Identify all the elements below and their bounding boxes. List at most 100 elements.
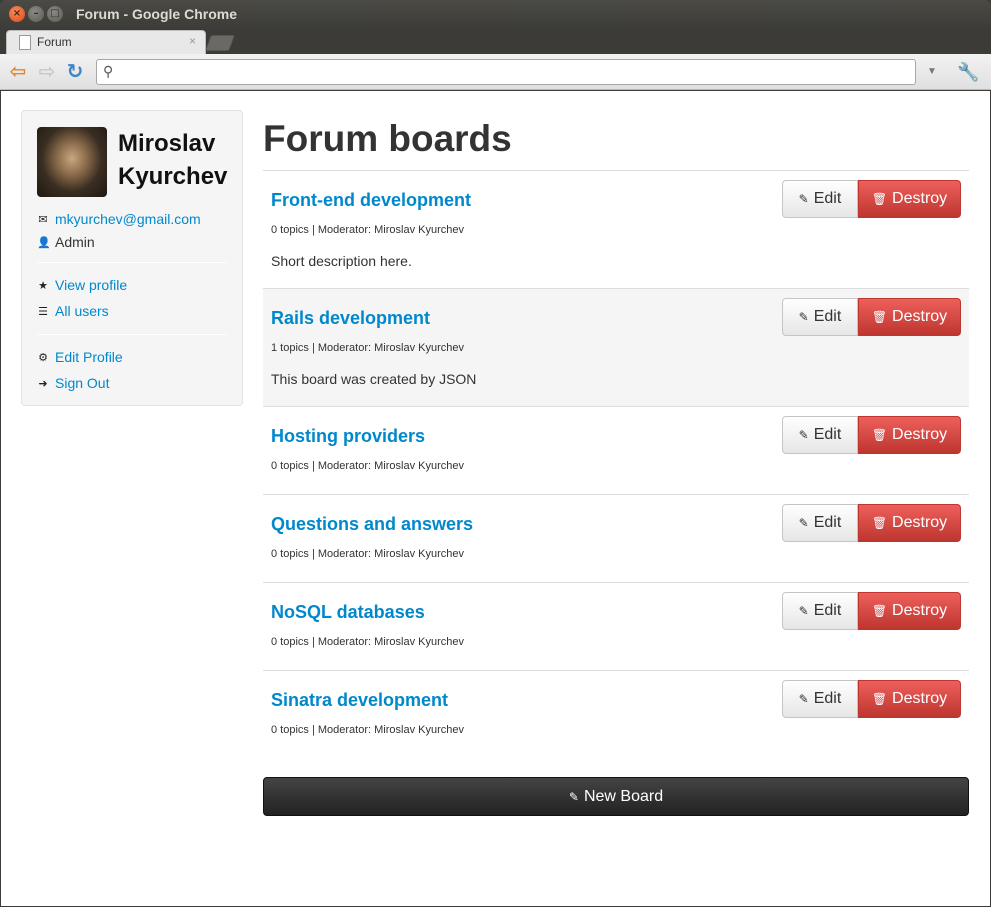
search-icon: ⚲	[103, 64, 114, 80]
page-icon	[19, 35, 31, 50]
destroy-button[interactable]: 🗑 Destroy	[858, 416, 961, 454]
new-tab-button[interactable]	[205, 35, 235, 51]
edit-icon: ✎	[798, 310, 809, 324]
window-minimize-icon[interactable]: –	[28, 6, 44, 22]
board-actions: ✎ Edit 🗑 Destroy	[782, 298, 961, 336]
window-close-icon[interactable]: ×	[9, 6, 25, 22]
divider	[37, 262, 227, 263]
browser-toolbar: ⇦ ⇨ ↻ ⚲ ▼ 🔧	[0, 54, 991, 90]
edit-icon: ✎	[798, 604, 809, 618]
page-viewport: Miroslav Kyurchev ✉ mkyurchev@gmail.com …	[1, 91, 990, 906]
edit-button[interactable]: ✎ Edit	[782, 416, 858, 454]
destroy-label: Destroy	[892, 190, 948, 207]
cog-icon: ⚙	[38, 350, 48, 364]
destroy-label: Destroy	[892, 514, 948, 531]
window-title: Forum - Google Chrome	[76, 6, 237, 22]
trash-icon: 🗑	[871, 310, 888, 324]
user-icon: 👤	[37, 235, 51, 249]
back-arrow-icon[interactable]: ⇦	[7, 60, 29, 82]
destroy-button[interactable]: 🗑 Destroy	[858, 180, 961, 218]
board-title-link[interactable]: Sinatra development	[271, 690, 448, 711]
wrench-icon[interactable]: 🔧	[957, 62, 979, 83]
new-board-label: New Board	[583, 787, 664, 805]
address-bar[interactable]: ⚲	[96, 59, 916, 85]
edit-button[interactable]: ✎ Edit	[782, 592, 858, 630]
reload-icon[interactable]: ↻	[64, 60, 86, 82]
divider	[37, 334, 227, 335]
board-row: Front-end development 0 topics | Moderat…	[263, 170, 969, 288]
board-title-link[interactable]: NoSQL databases	[271, 602, 425, 623]
view-profile-row: ★ View profile	[37, 277, 127, 293]
edit-button[interactable]: ✎ Edit	[782, 180, 858, 218]
view-profile-link[interactable]: View profile	[55, 277, 127, 293]
edit-icon: ✎	[798, 192, 809, 206]
tab-strip: Forum ×	[0, 30, 991, 54]
board-meta: 0 topics | Moderator: Miroslav Kyurchev	[271, 636, 464, 648]
destroy-button[interactable]: 🗑 Destroy	[858, 298, 961, 336]
dropdown-icon[interactable]: ▼	[927, 66, 937, 77]
trash-icon: 🗑	[871, 192, 888, 206]
destroy-button[interactable]: 🗑 Destroy	[858, 680, 961, 718]
edit-button[interactable]: ✎ Edit	[782, 298, 858, 336]
forward-arrow-icon[interactable]: ⇨	[36, 60, 58, 82]
arrow-right-icon: ➜	[38, 376, 48, 390]
board-actions: ✎ Edit 🗑 Destroy	[782, 592, 961, 630]
sign-out-row: ➜ Sign Out	[37, 375, 109, 391]
destroy-button[interactable]: 🗑 Destroy	[858, 592, 961, 630]
board-row: Hosting providers 0 topics | Moderator: …	[263, 406, 969, 494]
avatar	[37, 127, 107, 197]
board-row: Questions and answers 0 topics | Moderat…	[263, 494, 969, 582]
edit-label: Edit	[813, 690, 842, 707]
trash-icon: 🗑	[871, 604, 888, 618]
board-meta: 0 topics | Moderator: Miroslav Kyurchev	[271, 548, 464, 560]
board-actions: ✎ Edit 🗑 Destroy	[782, 416, 961, 454]
board-description: This board was created by JSON	[271, 371, 477, 387]
email-link[interactable]: mkyurchev@gmail.com	[55, 211, 201, 227]
all-users-row: ☰ All users	[37, 303, 109, 319]
edit-label: Edit	[813, 190, 842, 207]
edit-label: Edit	[813, 514, 842, 531]
window-maximize-icon[interactable]: □	[47, 6, 63, 22]
profile-sidebar: Miroslav Kyurchev ✉ mkyurchev@gmail.com …	[21, 110, 243, 406]
page-title: Forum boards	[263, 118, 512, 159]
destroy-label: Destroy	[892, 308, 948, 325]
role-label: Admin	[55, 234, 95, 250]
pencil-icon: ✎	[568, 789, 579, 804]
sign-out-link[interactable]: Sign Out	[55, 375, 109, 391]
tab-close-icon[interactable]: ×	[189, 34, 196, 48]
envelope-icon: ✉	[38, 212, 48, 226]
destroy-label: Destroy	[892, 602, 948, 619]
board-meta: 0 topics | Moderator: Miroslav Kyurchev	[271, 724, 464, 736]
all-users-link[interactable]: All users	[55, 303, 109, 319]
board-title-link[interactable]: Hosting providers	[271, 426, 425, 447]
edit-profile-link[interactable]: Edit Profile	[55, 349, 123, 365]
edit-label: Edit	[813, 308, 842, 325]
edit-label: Edit	[813, 426, 842, 443]
edit-button[interactable]: ✎ Edit	[782, 504, 858, 542]
board-title-link[interactable]: Rails development	[271, 308, 430, 329]
edit-button[interactable]: ✎ Edit	[782, 680, 858, 718]
star-icon: ★	[38, 278, 48, 292]
board-meta: 0 topics | Moderator: Miroslav Kyurchev	[271, 224, 464, 236]
new-board-button[interactable]: ✎ New Board	[263, 777, 969, 816]
board-row: Rails development 1 topics | Moderator: …	[263, 288, 969, 406]
board-actions: ✎ Edit 🗑 Destroy	[782, 504, 961, 542]
board-description: Short description here.	[271, 253, 412, 269]
board-actions: ✎ Edit 🗑 Destroy	[782, 180, 961, 218]
destroy-button[interactable]: 🗑 Destroy	[858, 504, 961, 542]
browser-tab[interactable]: Forum ×	[6, 30, 206, 54]
edit-profile-row: ⚙ Edit Profile	[37, 349, 123, 365]
boards-list: Front-end development 0 topics | Moderat…	[263, 170, 969, 758]
trash-icon: 🗑	[871, 516, 888, 530]
board-title-link[interactable]: Front-end development	[271, 190, 471, 211]
board-meta: 0 topics | Moderator: Miroslav Kyurchev	[271, 460, 464, 472]
board-actions: ✎ Edit 🗑 Destroy	[782, 680, 961, 718]
board-title-link[interactable]: Questions and answers	[271, 514, 473, 535]
edit-label: Edit	[813, 602, 842, 619]
board-meta: 1 topics | Moderator: Miroslav Kyurchev	[271, 342, 464, 354]
role-row: 👤 Admin	[37, 234, 95, 250]
window-titlebar: × – □ Forum - Google Chrome	[0, 0, 991, 30]
window-controls: × – □	[9, 6, 63, 22]
destroy-label: Destroy	[892, 690, 948, 707]
edit-icon: ✎	[798, 516, 809, 530]
